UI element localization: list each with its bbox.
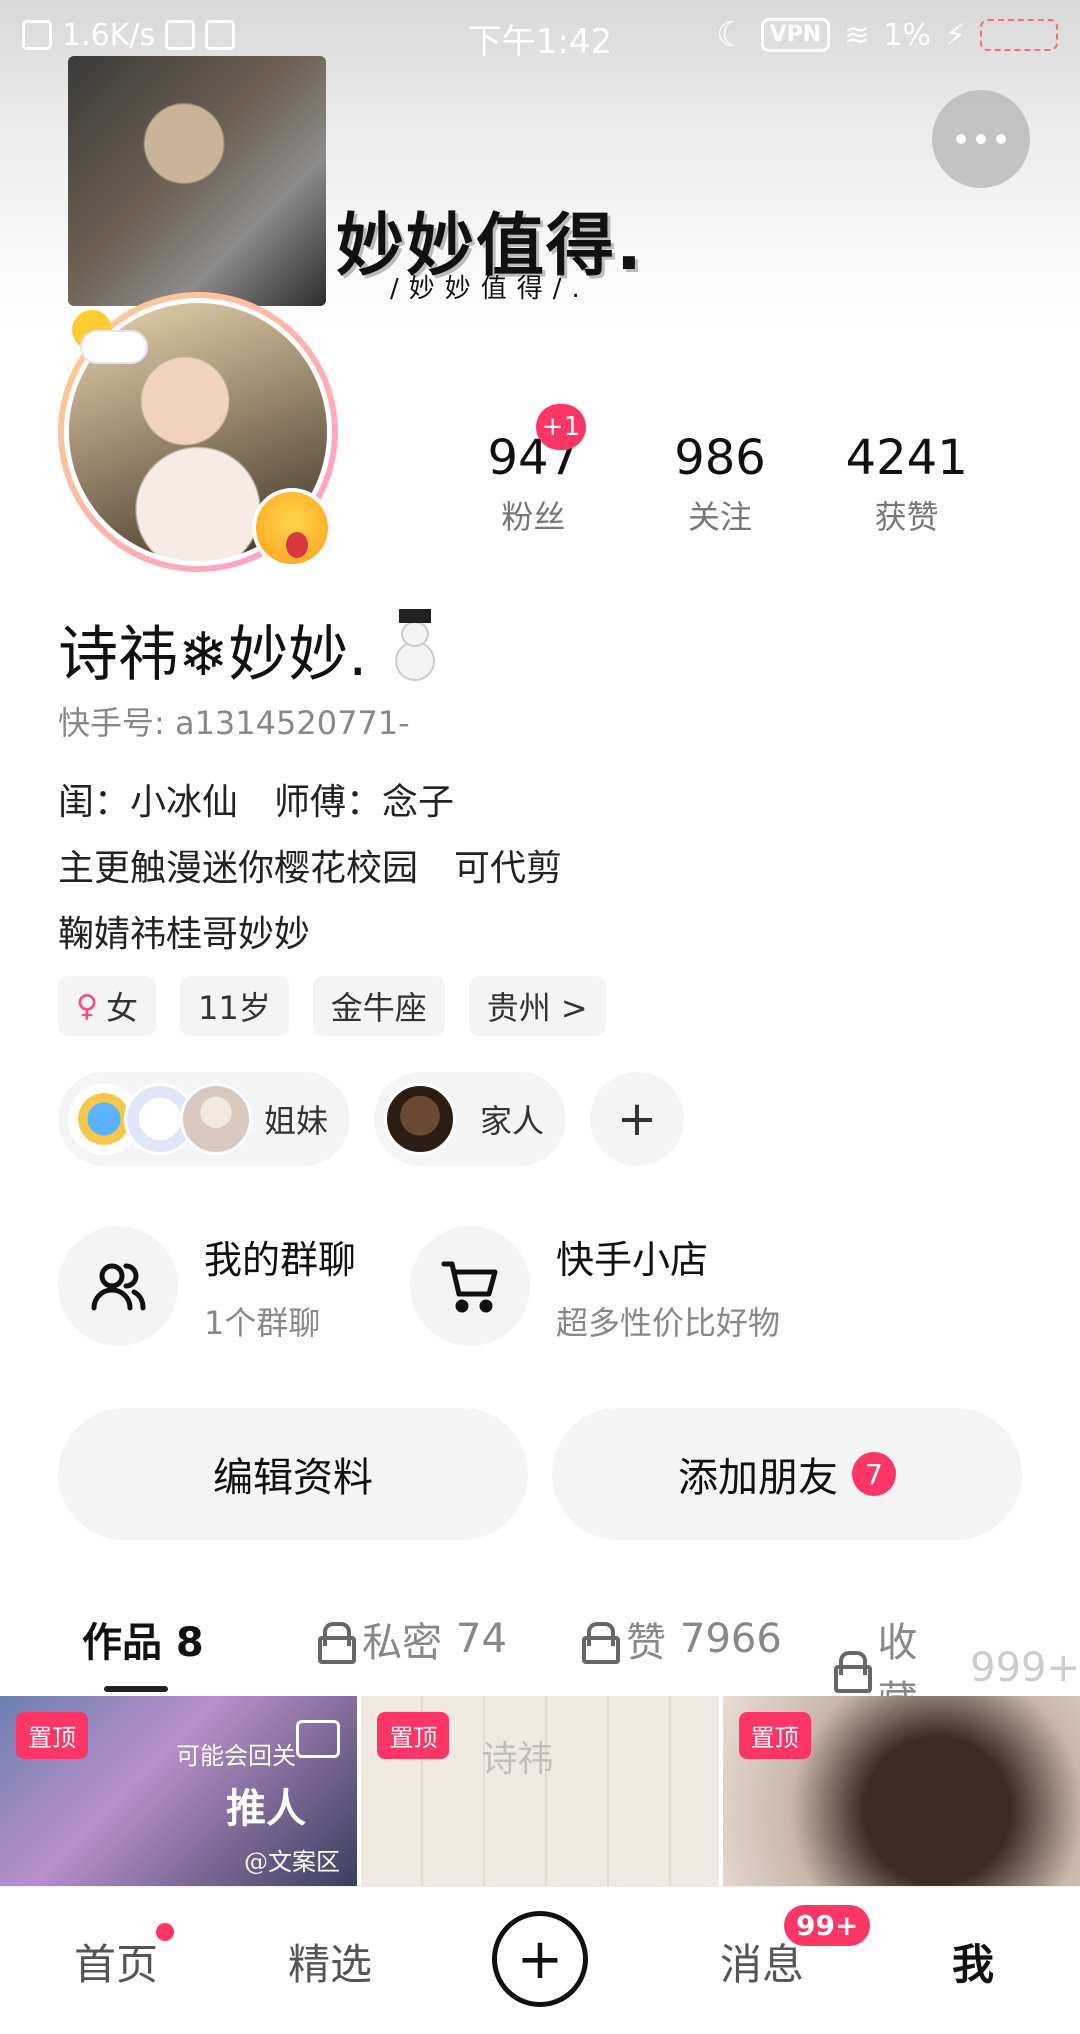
- tag-zodiac: 金牛座: [312, 976, 445, 1036]
- tab-likes[interactable]: 赞 7966: [582, 1610, 782, 1668]
- bio-line: 闺：小冰仙 师傅：念子: [58, 782, 455, 823]
- users-icon: [58, 1226, 178, 1346]
- snowman-head: [401, 620, 430, 647]
- tab-count: 999+: [970, 1645, 1080, 1691]
- tag-label: 贵州 >: [486, 989, 588, 1027]
- stat-following[interactable]: 986 关注: [627, 430, 814, 538]
- entry-subtitle: 超多性价比好物: [556, 1303, 781, 1342]
- female-icon: ♀: [76, 988, 98, 1024]
- thumb-caption: @文案区: [244, 1848, 340, 1876]
- profile-tags: ♀ 女 11岁 金牛座 贵州 >: [58, 976, 606, 1036]
- add-friend-button[interactable]: 添加朋友 7: [552, 1408, 1022, 1540]
- friend-groups: 姐妹 家人 +: [58, 1072, 685, 1166]
- snowman-body: [395, 640, 436, 681]
- tab-private[interactable]: 私密 74: [318, 1610, 507, 1668]
- add-group-button[interactable]: +: [590, 1072, 685, 1166]
- entry-title: 我的群聊: [204, 1237, 357, 1282]
- profile-stats: 947 粉丝 986 关注 4241 获赞: [440, 430, 1000, 538]
- content-tabs: 作品 8 私密 74 赞 7966 收藏 999+: [0, 1600, 1080, 1724]
- username: 诗祎❄妙妙.: [58, 606, 449, 693]
- shop-text: 快手小店 超多性价比好物: [556, 1229, 780, 1344]
- tag-label: 女: [105, 989, 138, 1027]
- stat-label: 获赞: [874, 498, 939, 536]
- work-thumbnail[interactable]: 置顶: [722, 1696, 1080, 1886]
- stat-fans[interactable]: 947 粉丝: [440, 430, 627, 538]
- work-thumbnail[interactable]: 置顶 可能会回关 推人 @文案区: [0, 1696, 358, 1886]
- group-family[interactable]: 家人: [374, 1072, 567, 1166]
- tab-count: 7966: [680, 1616, 782, 1662]
- nav-home[interactable]: 首页: [74, 1931, 158, 1992]
- user-id[interactable]: 快手号: a1314520771-: [58, 698, 410, 744]
- thumb-caption: 推人: [226, 1785, 306, 1832]
- stat-label: 粉丝: [501, 498, 566, 536]
- username-text: 诗祎❄妙妙.: [58, 620, 368, 690]
- entry-title: 快手小店: [556, 1237, 709, 1282]
- edit-profile-button[interactable]: 编辑资料: [58, 1408, 528, 1540]
- profile-page: 1.6K/s 下午1:42 ☾ VPN ≋ 1% ⚡ 妙妙值得. /妙妙值得/.…: [0, 0, 1080, 2034]
- add-friend-count-badge: 7: [852, 1452, 896, 1496]
- pinned-badge: 置顶: [377, 1712, 450, 1759]
- bio: 闺：小冰仙 师傅：念子 主更触漫迷你樱花校园 可代剪 鞠婧祎桂哥妙妙: [58, 770, 562, 968]
- weather-sun-cloud-icon: [52, 310, 150, 370]
- create-button[interactable]: +: [492, 1911, 588, 2007]
- bottom-nav: 首页 精选 + 消息 99+ 我: [0, 1886, 1080, 2034]
- group-chat-entry[interactable]: 我的群聊 1个群聊: [58, 1226, 356, 1346]
- bio-line: 主更触漫迷你樱花校园 可代剪: [58, 848, 563, 889]
- tab-works[interactable]: 作品 8: [82, 1610, 204, 1668]
- cart-icon: [410, 1226, 530, 1346]
- more-dot-icon: [956, 134, 966, 144]
- new-fans-badge: +1: [536, 404, 586, 450]
- mood-emoji-icon[interactable]: [252, 488, 332, 568]
- group-label: 家人: [480, 1102, 545, 1140]
- snowman-hat: [399, 608, 432, 623]
- tag-location[interactable]: 贵州 >: [468, 976, 606, 1036]
- tab-label: 私密: [362, 1620, 442, 1666]
- member-avatar: [180, 1083, 252, 1155]
- more-options-button[interactable]: [932, 90, 1030, 188]
- cover-subtitle: /妙妙值得/.: [390, 274, 590, 304]
- stat-value: 986: [674, 430, 766, 486]
- more-dot-icon: [976, 134, 986, 144]
- tag-label: 金牛座: [330, 989, 427, 1027]
- pinned-badge: 置顶: [16, 1712, 88, 1759]
- stat-value: 947: [487, 430, 580, 486]
- entry-subtitle: 1个群聊: [204, 1303, 321, 1342]
- bio-line: 鞠婧祎桂哥妙妙: [58, 914, 311, 955]
- add-friend-label: 添加朋友: [678, 1455, 838, 1501]
- image-icon: [296, 1720, 340, 1758]
- messages-badge: 99+: [784, 1905, 871, 1946]
- tab-label: 赞: [626, 1620, 666, 1666]
- thumb-caption: 可能会回关: [176, 1742, 296, 1770]
- group-label: 姐妹: [264, 1102, 329, 1140]
- lock-icon: [834, 1651, 873, 1693]
- stat-value: 4241: [845, 430, 968, 486]
- tag-gender: ♀ 女: [58, 976, 156, 1036]
- pinned-badge: 置顶: [738, 1712, 811, 1759]
- home-notification-dot: [156, 1923, 174, 1941]
- stat-label: 关注: [688, 498, 753, 536]
- more-dot-icon: [996, 134, 1006, 144]
- lock-icon: [318, 1622, 356, 1664]
- active-tab-indicator: [104, 1686, 168, 1692]
- thumb-watermark: 诗祎: [481, 1739, 554, 1780]
- group-sisters[interactable]: 姐妹: [58, 1072, 351, 1166]
- snowman-icon: [375, 608, 449, 685]
- shop-entry[interactable]: 快手小店 超多性价比好物: [410, 1226, 780, 1346]
- cloud-icon: [82, 332, 146, 362]
- nav-me[interactable]: 我: [952, 1931, 994, 1992]
- group-chat-text: 我的群聊 1个群聊: [204, 1229, 356, 1344]
- cover-image[interactable]: [68, 56, 326, 306]
- works-grid: 置顶 可能会回关 推人 @文案区 置顶 诗祎 置顶: [0, 1696, 1080, 1886]
- tab-label: 作品 8: [82, 1620, 204, 1666]
- member-avatar: [384, 1083, 457, 1155]
- tag-label: 11岁: [198, 989, 271, 1027]
- work-thumbnail[interactable]: 置顶 诗祎: [361, 1696, 719, 1886]
- edit-profile-label: 编辑资料: [213, 1455, 373, 1501]
- nav-featured[interactable]: 精选: [288, 1931, 372, 1992]
- tab-count: 74: [456, 1616, 507, 1662]
- stat-likes[interactable]: 4241 获赞: [813, 430, 1000, 538]
- tag-age: 11岁: [180, 976, 289, 1036]
- lock-icon: [582, 1622, 620, 1664]
